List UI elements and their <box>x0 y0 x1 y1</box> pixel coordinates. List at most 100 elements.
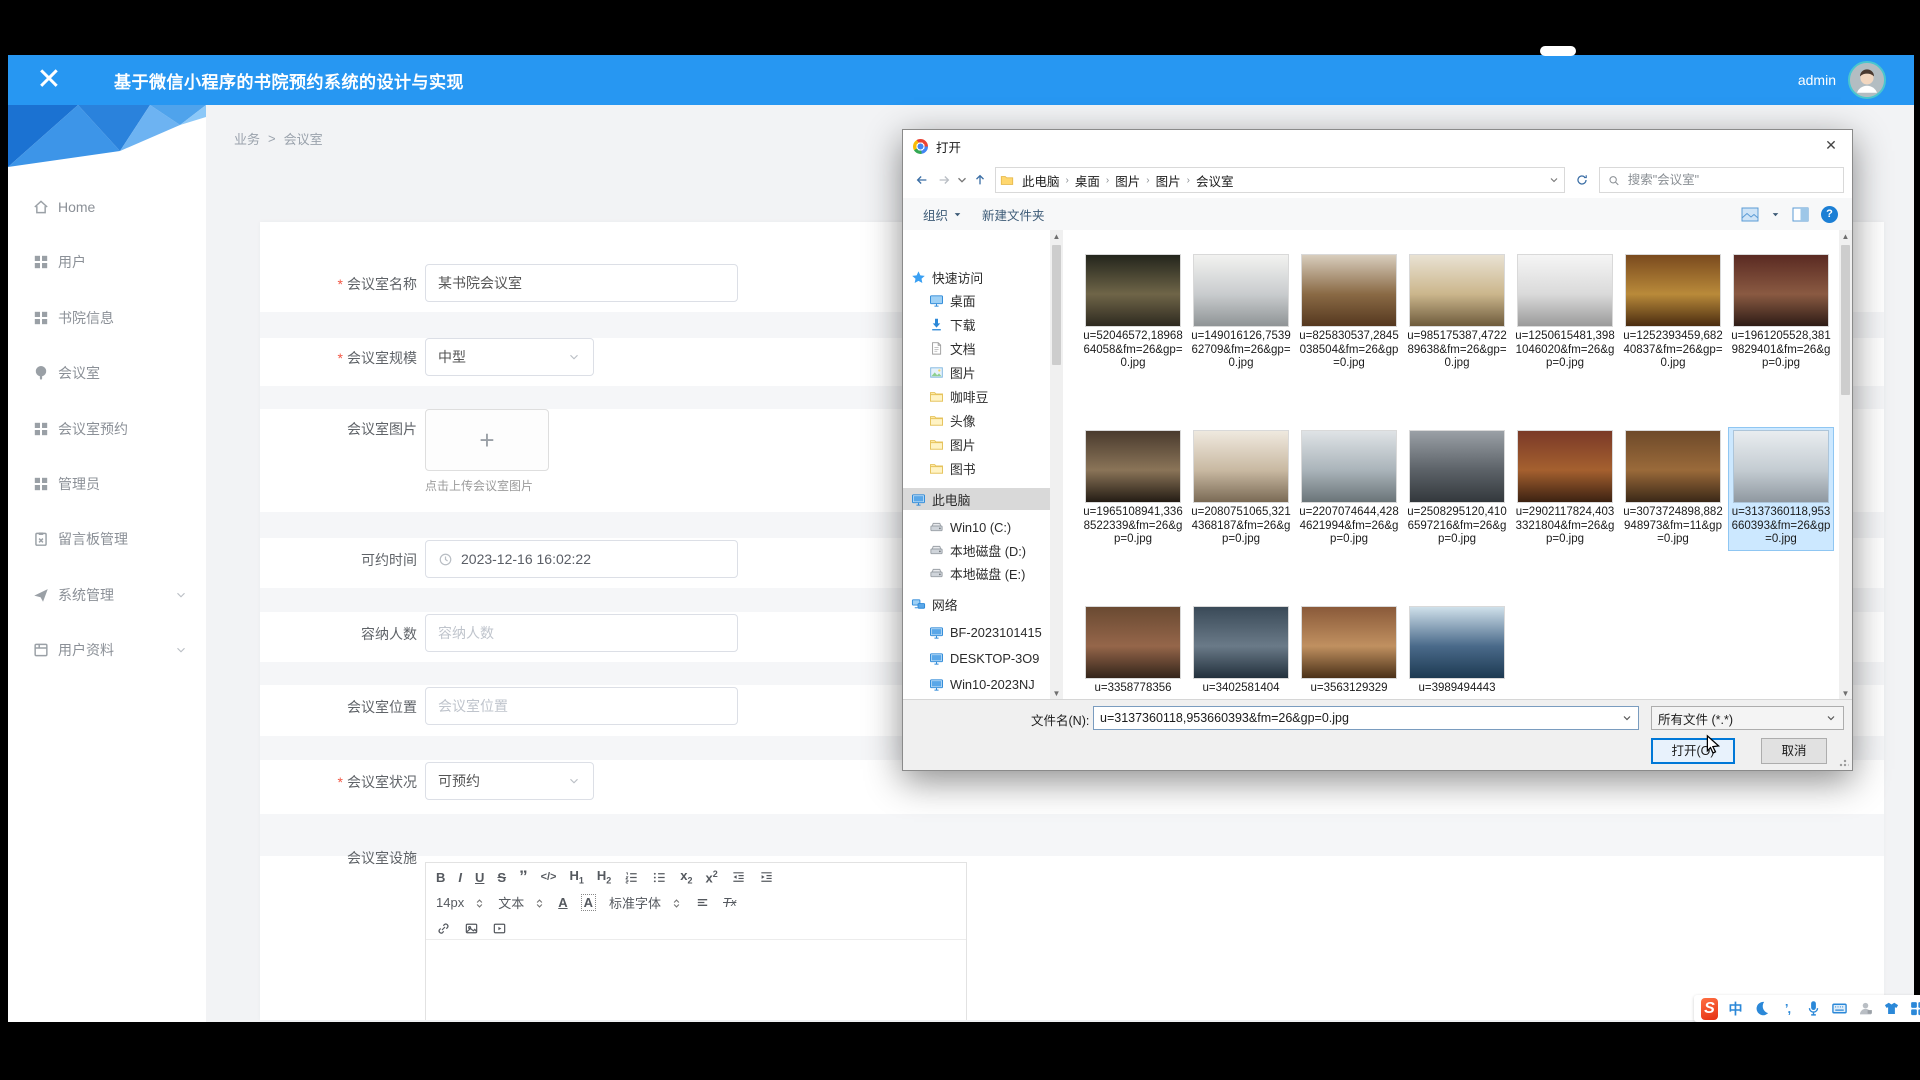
nav-item-avatars[interactable]: 头像 <box>929 409 976 431</box>
microphone-icon[interactable] <box>1805 1000 1822 1017</box>
path-crumb[interactable]: 图片 <box>1109 171 1146 190</box>
file-item[interactable]: u=1961205528,3819829401&fm=26&gp=0.jpg <box>1729 252 1833 374</box>
nav-item-documents[interactable]: 文档 <box>929 337 976 359</box>
view-dropdown-icon[interactable] <box>1771 210 1780 219</box>
filetype-select[interactable]: 所有文件 (*.*) <box>1651 706 1844 730</box>
files-scrollbar[interactable]: ▲▼ <box>1839 230 1852 700</box>
history-chevron-icon[interactable] <box>955 169 969 191</box>
up-icon[interactable] <box>969 169 991 191</box>
file-item[interactable]: u=3137360118,953660393&fm=26&gp=0.jpg <box>1729 428 1833 550</box>
file-item[interactable]: u=2508295120,4106597216&fm=26&gp=0.jpg <box>1405 428 1509 550</box>
file-item[interactable]: u=985175387,472289638&fm=26&gp=0.jpg <box>1405 252 1509 374</box>
nav-item-this-pc[interactable]: 此电脑 <box>903 488 1063 510</box>
nav-item-local-disk-e[interactable]: 本地磁盘 (E:) <box>929 562 1025 584</box>
cancel-button[interactable]: 取消 <box>1761 738 1827 764</box>
video-icon[interactable] <box>492 919 507 937</box>
back-icon[interactable] <box>911 169 933 191</box>
link-icon[interactable] <box>436 919 451 937</box>
file-item[interactable]: u=2080751065,3214368187&fm=26&gp=0.jpg <box>1189 428 1293 550</box>
background-color-icon[interactable]: A <box>581 894 596 912</box>
text-color-icon[interactable]: A <box>558 894 567 912</box>
room-location-input[interactable] <box>425 687 738 725</box>
clean-format-icon[interactable]: Tx <box>723 894 736 912</box>
breadcrumb-section[interactable]: 业务 <box>234 129 260 148</box>
sidebar-item-home[interactable]: Home <box>8 187 206 227</box>
sogou-logo[interactable]: S <box>1701 1000 1718 1017</box>
path-crumb[interactable]: 图片 <box>1150 171 1187 190</box>
capacity-input[interactable] <box>425 614 738 652</box>
room-scale-select[interactable]: 中型 <box>425 338 594 376</box>
app-logo-x-icon[interactable]: ✕ <box>8 55 90 105</box>
dialog-titlebar[interactable]: 打开 ✕ <box>903 130 1852 162</box>
address-dropdown-icon[interactable] <box>1548 174 1560 186</box>
file-item[interactable]: u=3989494443 <box>1405 604 1509 699</box>
nav-item-coffee-beans[interactable]: 咖啡豆 <box>929 385 988 407</box>
refresh-icon[interactable] <box>1571 169 1593 191</box>
file-item[interactable]: u=52046572,1896864058&fm=26&gp=0.jpg <box>1081 252 1185 374</box>
preview-pane-icon[interactable] <box>1792 207 1809 222</box>
file-item[interactable]: u=2902117824,4033321804&fm=26&gp=0.jpg <box>1513 428 1617 550</box>
nav-item-downloads[interactable]: 下载 <box>929 313 976 335</box>
sidebar-item-message-board-management[interactable]: 留言板管理 <box>8 519 206 559</box>
forward-icon[interactable] <box>933 169 955 191</box>
nav-item-books[interactable]: 图书 <box>929 457 976 479</box>
search-input[interactable] <box>1626 172 1835 188</box>
nav-item-desktop[interactable]: 桌面 <box>929 289 976 311</box>
sidebar-item-academy-info[interactable]: 书院信息 <box>8 298 206 338</box>
address-breadcrumb[interactable]: 此电脑›桌面›图片›图片›会议室 <box>995 167 1565 193</box>
file-item[interactable]: u=1965108941,3368522339&fm=26&gp=0.jpg <box>1081 428 1185 550</box>
file-item[interactable]: u=2207074644,4284621994&fm=26&gp=0.jpg <box>1297 428 1401 550</box>
filename-dropdown-icon[interactable] <box>1621 712 1633 724</box>
breadcrumb-page[interactable]: 会议室 <box>284 129 323 148</box>
sidebar-item-meeting-room[interactable]: 会议室 <box>8 353 206 393</box>
font-family-select[interactable]: 标准字体 <box>609 893 682 912</box>
nav-item-quick-access[interactable]: 快速访问 <box>911 266 983 288</box>
keyboard-icon[interactable] <box>1831 1000 1848 1017</box>
editor-content-area[interactable] <box>426 939 966 1020</box>
apps-icon[interactable] <box>1909 1000 1920 1017</box>
nav-item-pictures[interactable]: 图片 <box>929 361 976 383</box>
room-name-input[interactable] <box>425 264 738 302</box>
align-icon[interactable] <box>695 894 710 912</box>
image-icon[interactable] <box>464 919 479 937</box>
thumbnail-view-icon[interactable] <box>1741 207 1759 222</box>
path-crumb[interactable]: 会议室 <box>1190 171 1240 190</box>
shirt-icon[interactable] <box>1883 1000 1900 1017</box>
path-crumb[interactable]: 此电脑 <box>1016 171 1066 190</box>
moon-icon[interactable] <box>1753 1000 1770 1017</box>
sidebar-item-system-management[interactable]: 系统管理 <box>8 575 206 615</box>
person-icon[interactable] <box>1857 1000 1874 1017</box>
file-item[interactable]: u=1252393459,68240837&fm=26&gp=0.jpg <box>1621 252 1725 374</box>
help-icon[interactable]: ? <box>1821 206 1838 223</box>
filename-input[interactable] <box>1093 706 1639 730</box>
nav-item-network[interactable]: 网络 <box>911 593 958 615</box>
nav-item-pc-desktop-3o9[interactable]: DESKTOP-3O9 <box>929 647 1039 669</box>
nav-item-pc-win10-nj[interactable]: Win10-2023NJ <box>929 673 1035 695</box>
file-item[interactable]: u=3563129329 <box>1297 604 1401 699</box>
image-upload-button[interactable]: + <box>425 409 549 471</box>
nav-item-pictures-folder[interactable]: 图片 <box>929 433 976 455</box>
file-item[interactable]: u=3358778356 <box>1081 604 1185 699</box>
path-crumb[interactable]: 桌面 <box>1069 171 1106 190</box>
nav-scrollbar[interactable]: ▲▼ <box>1050 230 1063 700</box>
file-item[interactable]: u=149016126,753962709&fm=26&gp=0.jpg <box>1189 252 1293 374</box>
file-item[interactable]: u=1250615481,3981046020&fm=26&gp=0.jpg <box>1513 252 1617 374</box>
file-item[interactable]: u=825830537,2845038504&fm=26&gp=0.jpg <box>1297 252 1401 374</box>
sidebar-item-user-profile[interactable]: 用户资料 <box>8 630 206 670</box>
paragraph-select[interactable]: 文本 <box>498 893 545 912</box>
organize-button[interactable]: 组织 <box>913 205 972 224</box>
resize-grip[interactable] <box>1839 757 1849 767</box>
available-time-picker[interactable]: 2023-12-16 16:02:22 <box>425 540 738 578</box>
room-status-select[interactable]: 可预约 <box>425 762 594 800</box>
nav-item-pc-bf[interactable]: BF-2023101415 <box>929 621 1042 643</box>
avatar[interactable] <box>1848 61 1886 99</box>
chinese-mode-icon[interactable]: 中 <box>1727 1000 1744 1017</box>
sidebar-item-administrator[interactable]: 管理员 <box>8 464 206 504</box>
sidebar-item-users[interactable]: 用户 <box>8 242 206 282</box>
sidebar-item-meeting-room-reservation[interactable]: 会议室预约 <box>8 409 206 449</box>
file-item[interactable]: u=3073724898,882948973&fm=11&gp=0.jpg <box>1621 428 1725 550</box>
nav-item-local-disk-d[interactable]: 本地磁盘 (D:) <box>929 539 1026 561</box>
font-size-select[interactable]: 14px <box>436 895 485 910</box>
nav-item-win10-c[interactable]: Win10 (C:) <box>929 516 1011 538</box>
new-folder-button[interactable]: 新建文件夹 <box>972 205 1055 224</box>
